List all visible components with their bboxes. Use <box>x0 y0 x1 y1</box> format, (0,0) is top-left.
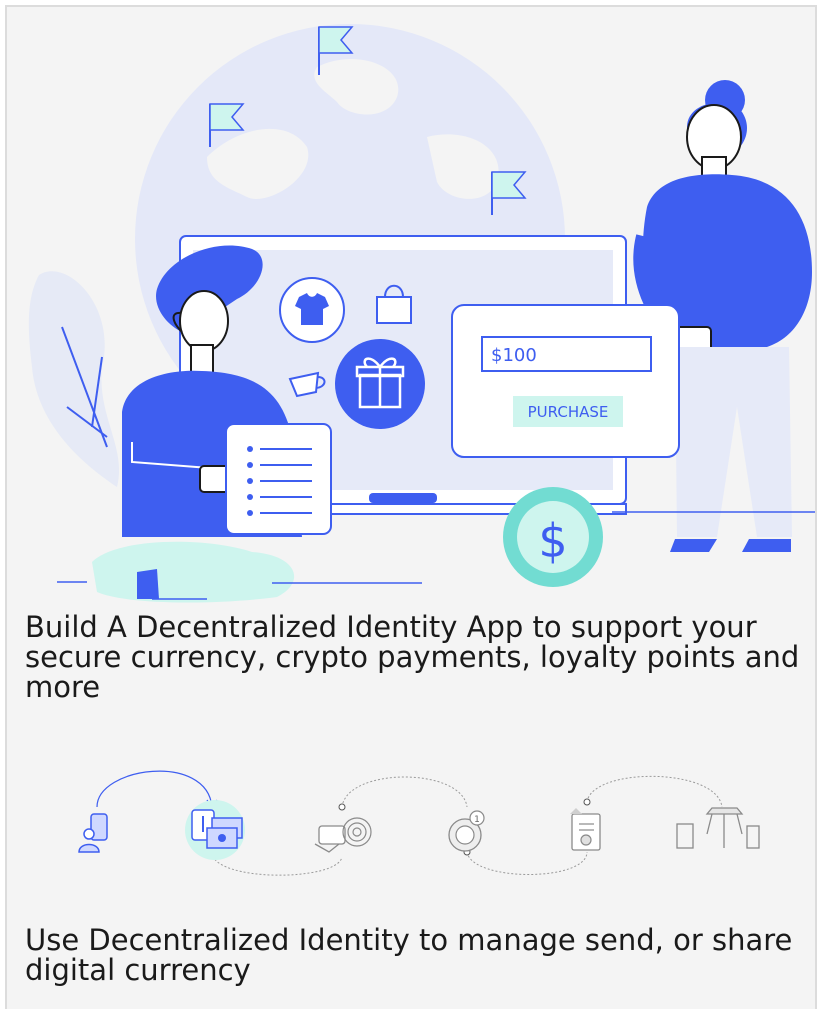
flow-arrow <box>586 775 723 808</box>
plant-leaves <box>28 271 120 487</box>
amount-value: $100 <box>491 345 537 366</box>
purchase-button-label: PURCHASE <box>528 403 609 421</box>
subheadline: Use Decentralized Identity to manage sen… <box>25 923 793 987</box>
content-card: $100 PURCHASE $ Build A Decentralized Id… <box>5 5 817 1009</box>
fingerprint-card-icon <box>314 817 372 853</box>
hero-illustration: $100 PURCHASE $ <box>28 24 815 603</box>
amusement-park-icon <box>676 807 760 849</box>
dollar-coin-icon: $ <box>503 487 603 587</box>
purchase-button[interactable]: PURCHASE <box>513 396 623 427</box>
cash-exchange-icon <box>185 800 245 860</box>
checklist-card-icon <box>225 423 332 535</box>
process-flow: 1 <box>78 770 760 876</box>
badge-number: 1 <box>474 815 480 825</box>
currency-symbol: $ <box>538 514 567 568</box>
flow-arrow <box>211 851 343 876</box>
gift-icon <box>335 339 425 429</box>
flow-arrow <box>341 776 468 808</box>
headline: Build A Decentralized Identity App to su… <box>25 610 800 704</box>
flow-arrow <box>466 851 588 875</box>
reward-coin-icon: 1 <box>448 810 485 852</box>
flow-arrow <box>96 770 213 808</box>
phone-user-icon <box>78 813 108 853</box>
tshirt-icon <box>279 277 345 343</box>
purchase-card: $100 PURCHASE <box>451 304 680 458</box>
certificate-icon <box>570 808 601 851</box>
